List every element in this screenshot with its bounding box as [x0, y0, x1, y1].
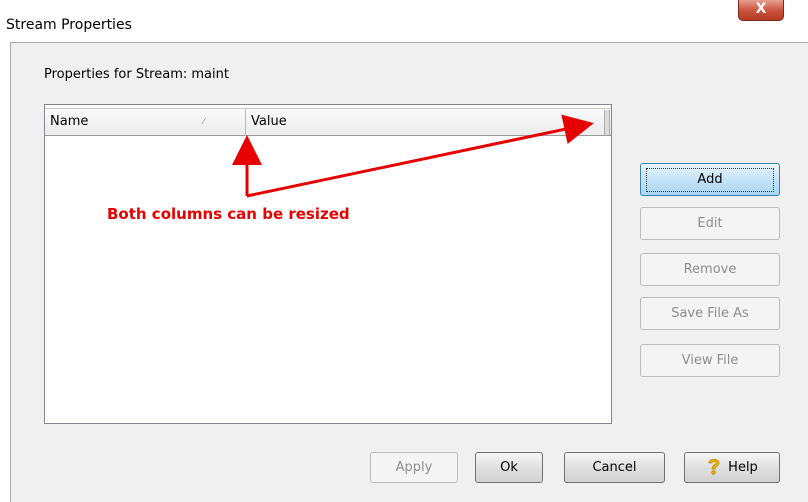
- close-button[interactable]: X: [738, 0, 784, 21]
- help-button[interactable]: Help: [684, 452, 780, 483]
- remove-button[interactable]: Remove: [640, 253, 780, 286]
- column-header-value[interactable]: Value: [246, 109, 604, 136]
- column-value-label: Value: [251, 114, 287, 129]
- edit-button[interactable]: Edit: [640, 207, 780, 240]
- cancel-button[interactable]: Cancel: [564, 452, 665, 483]
- annotation-text: Both columns can be resized: [107, 205, 350, 223]
- view-file-button[interactable]: View File: [640, 344, 780, 377]
- apply-button[interactable]: Apply: [370, 452, 458, 483]
- column-resize-handle[interactable]: [604, 110, 610, 135]
- save-file-as-button[interactable]: Save File As: [640, 297, 780, 330]
- column-name-label: Name: [50, 114, 89, 129]
- add-button[interactable]: Add: [640, 163, 780, 196]
- sort-indicator-icon: ⁄: [203, 117, 205, 127]
- grid-header: Name ⁄ Value: [45, 108, 611, 136]
- ok-button[interactable]: Ok: [475, 452, 543, 483]
- properties-grid[interactable]: Name ⁄ Value: [44, 104, 612, 424]
- window-title: Stream Properties: [6, 17, 132, 33]
- column-header-name[interactable]: Name ⁄: [45, 109, 246, 136]
- properties-label: Properties for Stream: maint: [44, 67, 229, 82]
- question-mark-icon: [708, 458, 720, 475]
- close-icon: X: [755, 1, 767, 17]
